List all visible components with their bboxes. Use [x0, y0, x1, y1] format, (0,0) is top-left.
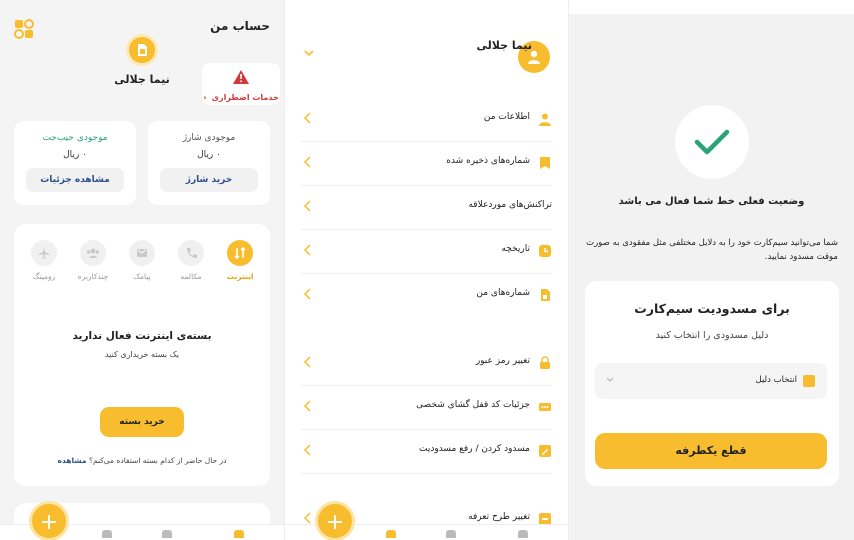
menu-label: شماره‌های ذخیره شده	[446, 156, 530, 166]
menu-item-my-info[interactable]: اطلاعات من	[301, 98, 552, 142]
tab-internet[interactable]: اینترنت	[222, 240, 258, 281]
wallet-value: ۰ ریال	[63, 150, 87, 160]
no-package-title: بسته‌ی اینترنت فعال ندارید	[72, 330, 212, 342]
add-fab-button[interactable]: +	[315, 501, 355, 540]
history-icon	[539, 245, 551, 257]
check-icon	[694, 129, 730, 155]
chevron-left-icon	[303, 400, 311, 412]
reason-placeholder: انتخاب دلیل	[755, 375, 797, 385]
app-logo-icon	[14, 19, 34, 39]
service-tabs: اینترنت مکالمه پیامک چندکاربره رومینگ	[26, 240, 258, 281]
chevron-left-icon	[303, 512, 311, 524]
wallet-balance-card: موجودی جیب‌جت ۰ ریال مشاهده جزئیات	[14, 121, 136, 205]
emergency-label: خدمات اضطراری	[211, 93, 279, 102]
person-icon	[539, 113, 551, 126]
tab-label: مکالمه	[180, 272, 202, 281]
menu-item-history[interactable]: تاریخچه	[301, 230, 552, 274]
view-link[interactable]: مشاهده	[58, 456, 87, 465]
question-text: در حال حاضر از کدام بسته استفاده می‌کنم؟	[88, 456, 227, 465]
menu-item-puk-details[interactable]: جزئیات کد قفل گشای شخصی	[301, 386, 552, 430]
menu-item-block-unblock[interactable]: مسدود کردن / رفع مسدودیت	[301, 430, 552, 474]
nav-profile-icon[interactable]	[386, 530, 396, 538]
charge-title: موجودی شارژ	[182, 133, 236, 143]
chevron-left-icon	[303, 112, 311, 124]
user-name: نیما جلالی	[476, 39, 533, 52]
nav-services-icon[interactable]	[162, 530, 172, 538]
menu-label: جزئیات کد قفل گشای شخصی	[416, 400, 530, 410]
menu-label: مسدود کردن / رفع مسدودیت	[419, 444, 530, 454]
nav-home-icon[interactable]	[234, 530, 244, 538]
line-status-text: وضعیت فعلی خط شما فعال می باشد	[618, 196, 805, 207]
block-sim-screen: وضعیت فعلی خط شما فعال می باشد شما می‌تو…	[569, 0, 854, 540]
sms-icon	[137, 249, 147, 257]
menu-label: تراکنش‌های موردعلاقه	[468, 200, 552, 210]
chevron-down-icon[interactable]	[303, 48, 315, 58]
tab-label: رومینگ	[32, 272, 56, 281]
menu-label: تغییر رمز عبور	[475, 356, 530, 366]
current-package-question: در حال حاضر از کدام بسته استفاده می‌کنم؟…	[14, 456, 270, 465]
chevron-left-icon	[303, 244, 311, 256]
chevron-left-icon	[303, 200, 311, 212]
chevron-left-icon: ‹	[203, 93, 207, 102]
multiuser-icon	[86, 248, 100, 258]
chevron-down-icon	[606, 377, 614, 382]
one-way-cut-button[interactable]: قطع یکطرفه	[595, 433, 827, 469]
reason-icon	[803, 375, 815, 387]
menu-label: شماره‌های من	[476, 288, 530, 298]
buy-charge-button[interactable]: خرید شارژ	[160, 168, 258, 192]
tab-label: پیامک	[133, 272, 151, 281]
warning-icon	[233, 70, 249, 84]
block-card-subtitle: دلیل مسدودی را انتخاب کنید	[655, 330, 769, 341]
buy-package-button[interactable]: خرید بسته	[100, 407, 184, 437]
chevron-left-icon	[303, 444, 311, 456]
emergency-services-button[interactable]: خدمات اضطراری ‹	[202, 63, 280, 105]
tab-call[interactable]: مکالمه	[173, 240, 209, 281]
block-card-title: برای مسدودیت سیم‌کارت	[634, 301, 790, 316]
block-description: شما می‌توانید سیم‌کارت خود را به دلایل م…	[586, 238, 838, 263]
charge-value: ۰ ریال	[197, 150, 221, 160]
menu-label: اطلاعات من	[483, 112, 530, 122]
wallet-title: موجودی جیب‌جت	[42, 133, 108, 143]
avatar[interactable]	[126, 34, 158, 66]
profile-menu-screen: نیما جلالی اطلاعات من شماره‌های ذخیره شد…	[284, 0, 569, 540]
sim-card-icon	[138, 44, 147, 56]
tab-label: چندکاربره	[77, 272, 109, 281]
tab-sms[interactable]: پیامک	[124, 240, 160, 281]
menu-label: تغییر طرح تعرفه	[468, 512, 530, 522]
chevron-left-icon	[303, 156, 311, 168]
no-package-subtitle: یک بسته خریداری کنید	[104, 350, 180, 359]
phone-icon	[187, 248, 197, 258]
nav-services-icon[interactable]	[446, 530, 456, 538]
menu-item-my-numbers[interactable]: شماره‌های من	[301, 274, 552, 318]
services-card: اینترنت مکالمه پیامک چندکاربره رومینگ بس…	[14, 224, 270, 486]
account-screen: حساب من نیما جلالی خدمات اضطراری ‹ موجود…	[0, 0, 284, 540]
edit-icon	[539, 445, 551, 457]
menu-item-favorite-transactions[interactable]: تراکنش‌های موردعلاقه	[301, 186, 552, 230]
bookmark-icon	[540, 157, 550, 169]
status-check	[675, 105, 749, 179]
block-card: برای مسدودیت سیم‌کارت دلیل مسدودی را انت…	[585, 281, 839, 486]
top-bar	[569, 0, 854, 14]
tab-multiuser[interactable]: چندکاربره	[75, 240, 111, 281]
menu-item-change-password[interactable]: تغییر رمز عبور	[301, 342, 552, 386]
charge-balance-card: موجودی شارژ ۰ ریال خرید شارژ	[148, 121, 270, 205]
puk-icon	[539, 403, 551, 411]
tab-label: اینترنت	[226, 272, 254, 281]
menu-item-saved-numbers[interactable]: شماره‌های ذخیره شده	[301, 142, 552, 186]
nav-home-icon[interactable]	[518, 530, 528, 538]
plane-icon	[38, 247, 50, 259]
chevron-left-icon	[303, 356, 311, 368]
view-details-button[interactable]: مشاهده جزئیات	[26, 168, 124, 192]
chevron-left-icon	[303, 288, 311, 300]
reason-select[interactable]: انتخاب دلیل	[595, 363, 827, 399]
sim-icon	[541, 289, 550, 301]
internet-icon	[234, 246, 246, 260]
menu-label: تاریخچه	[501, 244, 530, 254]
add-fab-button[interactable]: +	[29, 501, 69, 540]
nav-profile-icon[interactable]	[102, 530, 112, 538]
page-title: حساب من	[210, 19, 270, 33]
lock-icon	[540, 356, 550, 369]
tab-roaming[interactable]: رومینگ	[26, 240, 62, 281]
